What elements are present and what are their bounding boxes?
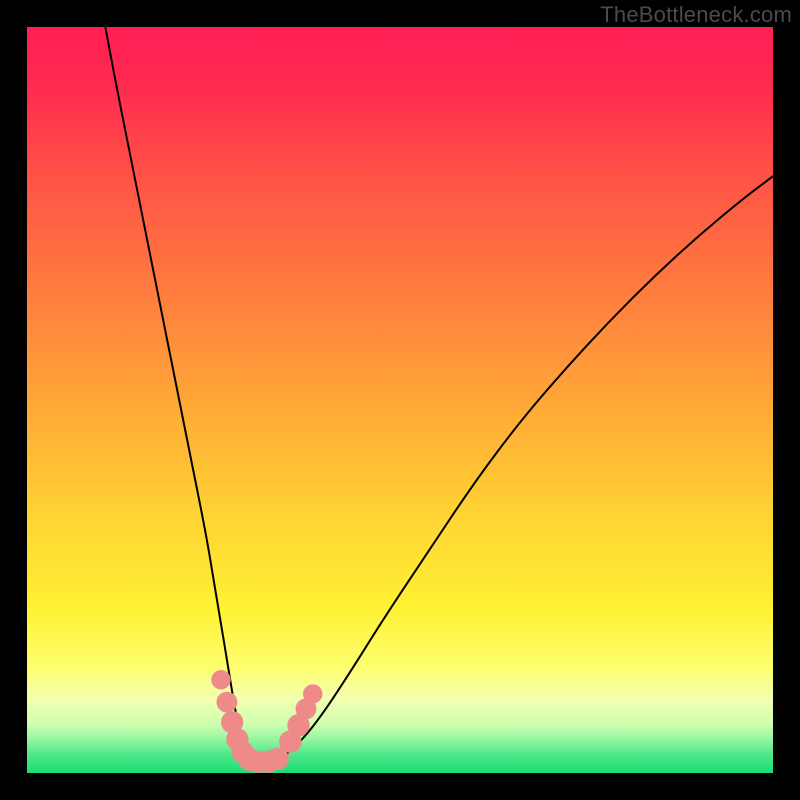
plot-area <box>27 27 773 773</box>
chart-frame: TheBottleneck.com <box>0 0 800 800</box>
marker-dot <box>216 692 237 713</box>
chart-svg <box>27 27 773 773</box>
gradient-background <box>27 27 773 773</box>
marker-dot <box>303 684 322 703</box>
marker-dot <box>211 670 230 689</box>
watermark-text: TheBottleneck.com <box>600 2 792 28</box>
